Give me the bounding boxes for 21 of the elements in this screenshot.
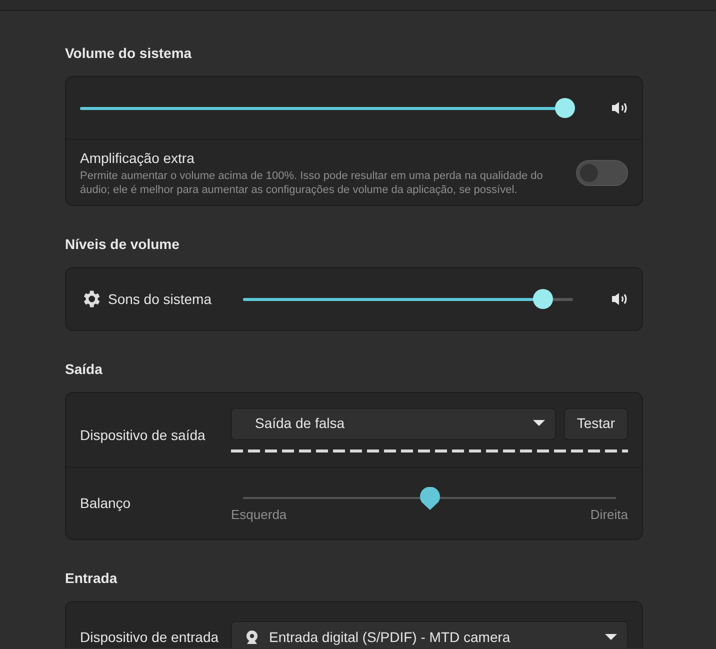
slider-thumb[interactable] xyxy=(418,486,440,511)
device-label: Dispositivo de saída xyxy=(80,426,206,445)
toggle-switch[interactable] xyxy=(576,160,628,186)
caret-icon xyxy=(532,420,545,427)
setting-description: Permite aumentar o volume acima de 100%. Isso pode resultar em uma perda na qualidade do áudio; ele é melhor para aumentar as configurações de volume da aplicação, se possível. xyxy=(80,168,544,198)
device-dropdown[interactable]: Saída de falsa xyxy=(231,408,556,440)
setting-label: Amplificação extra xyxy=(80,148,196,168)
section-title: Saída xyxy=(65,360,104,379)
tick-label: Direita xyxy=(590,506,628,524)
speaker-icon[interactable] xyxy=(611,101,628,115)
device-dropdown[interactable]: Entrada digital (S/PDIF) - MTD camera xyxy=(231,621,628,648)
section-title: Níveis de volume xyxy=(65,235,180,254)
app-label: Sons do sistema xyxy=(108,290,212,308)
section-title: Volume do sistema xyxy=(65,44,193,63)
section-title: Entrada xyxy=(65,569,118,588)
device-label: Dispositivo de entrada xyxy=(80,628,220,647)
speaker-icon[interactable] xyxy=(611,292,628,306)
test-button[interactable]: Testar xyxy=(564,408,628,440)
tick-label: Esquerda xyxy=(231,506,287,524)
caret-icon xyxy=(605,634,617,640)
balance-label: Balanço xyxy=(80,494,132,513)
